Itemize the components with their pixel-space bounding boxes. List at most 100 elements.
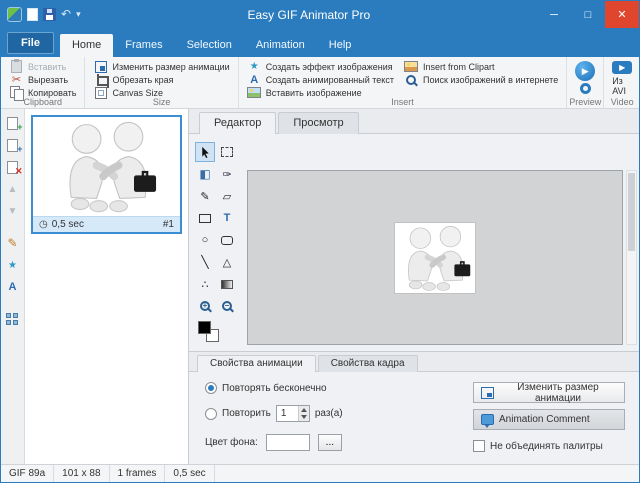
file-menu-button[interactable]: File <box>7 32 54 54</box>
repeat-count-option[interactable]: Повторить 1 раз(а) <box>205 405 343 422</box>
main-area: + + ✕ ▲ ▼ ✎ ★ A ◷ 0,5 sec <box>1 109 639 464</box>
repeat-count-value[interactable]: 1 <box>277 406 298 421</box>
resize-icon <box>95 61 107 73</box>
tab-preview[interactable]: Просмотр <box>278 112 358 134</box>
search-images-web-button[interactable]: Поиск изображений в интернете <box>401 73 561 86</box>
grid-icon <box>6 313 19 326</box>
tab-frame-properties[interactable]: Свойства кадра <box>318 355 418 372</box>
bg-color-browse-button[interactable]: ... <box>318 434 342 451</box>
spinner-down-icon[interactable] <box>299 414 309 422</box>
select-arrow-tool[interactable] <box>195 142 215 162</box>
marquee-select-tool[interactable] <box>217 142 237 162</box>
browser-preview-icon[interactable] <box>580 83 591 94</box>
bg-color-swatch[interactable] <box>266 434 310 451</box>
edit-frame-button[interactable]: ✎ <box>3 233 23 253</box>
pencil-tool[interactable]: ✎ <box>195 186 215 206</box>
repeat-forever-radio[interactable] <box>205 382 217 394</box>
duplicate-frame-button[interactable]: + <box>3 135 23 155</box>
canvas-scrollbar[interactable] <box>626 170 637 345</box>
foreground-color-swatch[interactable] <box>198 321 211 334</box>
delete-frame-button[interactable]: ✕ <box>3 157 23 177</box>
close-button[interactable]: ✕ <box>605 1 639 28</box>
tab-selection[interactable]: Selection <box>175 34 244 57</box>
undo-button[interactable]: ↶ <box>61 8 71 21</box>
animated-text-icon: A <box>247 73 262 87</box>
app-window: ↶ ▾ Easy GIF Animator Pro ─ □ ✕ File Hom… <box>0 0 640 483</box>
spray-tool[interactable]: ∴ <box>195 274 215 294</box>
zoom-in-tool[interactable]: + <box>195 296 215 316</box>
frame-number: #1 <box>163 219 174 230</box>
move-frame-down-button[interactable]: ▼ <box>3 201 23 221</box>
color-swatches <box>195 320 237 346</box>
rounded-rect-tool[interactable] <box>217 230 237 250</box>
maximize-button[interactable]: □ <box>571 1 605 28</box>
canvas-image <box>394 222 476 294</box>
repeat-count-spinner[interactable]: 1 <box>276 405 310 422</box>
ellipse-tool[interactable]: ○ <box>195 230 215 250</box>
clipart-icon <box>404 61 418 72</box>
tab-frames[interactable]: Frames <box>113 34 174 57</box>
effect-star-icon: ★ <box>8 260 17 271</box>
eraser-icon: ▱ <box>223 190 231 203</box>
avi-import-icon[interactable]: ▶ <box>612 61 632 74</box>
canvas[interactable] <box>247 170 623 345</box>
text-tool-icon: T <box>224 212 231 224</box>
gradient-tool[interactable] <box>217 274 237 294</box>
zoom-out-tool[interactable]: − <box>217 296 237 316</box>
new-button[interactable] <box>27 8 38 21</box>
insert-from-clipart-button[interactable]: Insert from Clipart <box>401 60 561 73</box>
repeat-count-radio[interactable] <box>205 408 217 420</box>
text-tool[interactable]: T <box>217 208 237 228</box>
frame-effect-button[interactable]: ★ <box>3 255 23 275</box>
spinner-up-icon[interactable] <box>299 406 309 414</box>
crop-button[interactable]: Обрезать края <box>90 73 232 86</box>
arrow-down-icon: ▼ <box>8 206 18 217</box>
repeat-forever-option[interactable]: Повторять бесконечно <box>205 382 327 394</box>
brush-tool[interactable]: ✑ <box>217 164 237 184</box>
line-tool[interactable]: ╲ <box>195 252 215 272</box>
properties-panel: Свойства анимации Свойства кадра Повторя… <box>189 351 639 464</box>
paste-button[interactable]: Вставить <box>6 60 79 73</box>
cut-icon: ✂ <box>9 73 24 87</box>
marquee-icon <box>221 147 233 157</box>
thumbnail-view-button[interactable] <box>3 309 23 329</box>
create-effect-button[interactable]: ★ Создать эффект изображения <box>244 60 397 73</box>
no-merge-palettes-option[interactable]: Не объединять палитры <box>473 440 625 452</box>
tool-palette: ◧ ✑ ✎ ▱ T ○ ╲ △ ∴ + − <box>195 142 237 346</box>
tab-help[interactable]: Help <box>317 34 364 57</box>
scrollbar-thumb[interactable] <box>628 173 635 251</box>
from-avi-label[interactable]: Из AVI <box>612 76 632 96</box>
rectangle-icon <box>199 214 211 223</box>
animation-comment-button[interactable]: Animation Comment <box>473 409 625 430</box>
ribbon-group-size: Изменить размер анимации Обрезать края C… <box>85 57 238 108</box>
add-text-button[interactable]: A <box>3 277 23 297</box>
tab-animation[interactable]: Animation <box>244 34 317 57</box>
resize-animation-ribbon-button[interactable]: Изменить размер анимации <box>90 60 232 73</box>
create-animated-text-button[interactable]: A Создать анимированный текст <box>244 73 397 86</box>
tab-editor[interactable]: Редактор <box>199 112 276 134</box>
eraser-tool[interactable]: ▱ <box>217 186 237 206</box>
resize-animation-button-label: Изменить размер анимации <box>499 382 617 404</box>
fill-icon: ◧ <box>199 167 210 181</box>
resize-animation-button[interactable]: Изменить размер анимации <box>473 382 625 403</box>
ribbon-group-clipboard: Вставить ✂ Вырезать Копировать Clipboard <box>1 57 85 108</box>
spinner-buttons <box>298 406 309 421</box>
fill-tool[interactable]: ◧ <box>195 164 215 184</box>
editor-tabs: Редактор Просмотр <box>189 109 639 134</box>
move-frame-up-button[interactable]: ▲ <box>3 179 23 199</box>
polygon-tool[interactable]: △ <box>217 252 237 272</box>
preview-play-button[interactable]: ▶ <box>575 61 595 81</box>
size-group-label: Size <box>85 97 237 107</box>
gradient-icon <box>221 280 233 289</box>
plus-icon: + <box>17 145 22 154</box>
rectangle-tool[interactable] <box>195 208 215 228</box>
add-frame-button[interactable]: + <box>3 113 23 133</box>
tab-animation-properties[interactable]: Свойства анимации <box>197 355 316 372</box>
frame-item[interactable]: ◷ 0,5 sec #1 <box>31 115 182 234</box>
preview-group-label: Preview <box>567 97 603 107</box>
tab-home[interactable]: Home <box>60 34 113 57</box>
no-merge-palettes-checkbox[interactable] <box>473 440 485 452</box>
cut-button[interactable]: ✂ Вырезать <box>6 73 79 86</box>
minimize-button[interactable]: ─ <box>537 1 571 28</box>
save-button[interactable] <box>43 8 56 21</box>
